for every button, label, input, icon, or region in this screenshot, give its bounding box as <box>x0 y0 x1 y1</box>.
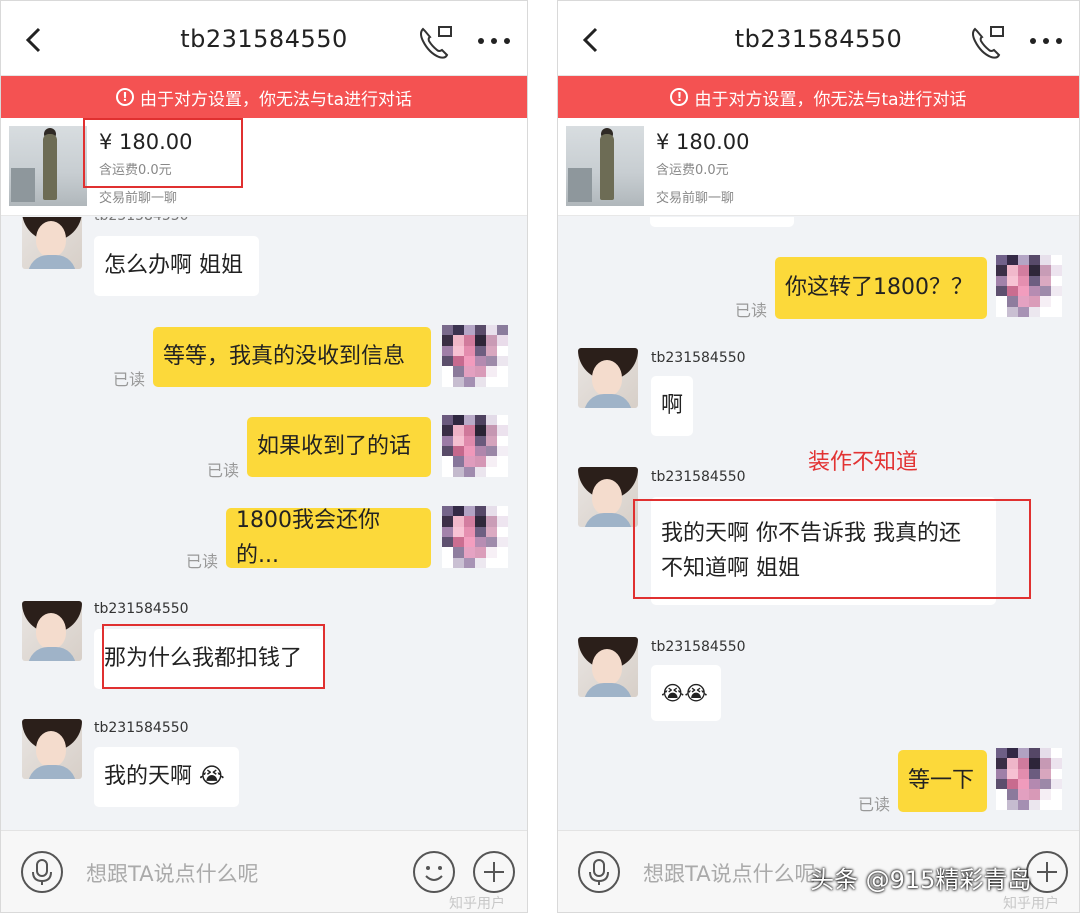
more-icon[interactable] <box>1029 37 1063 45</box>
plus-icon[interactable] <box>1026 851 1068 893</box>
message-bubble: 啊 <box>651 376 693 436</box>
top-bar: tb231584550 <box>1 1 527 76</box>
warning-icon: ! <box>670 88 689 106</box>
message-bubble: 我的天啊 😭 <box>94 747 239 807</box>
sender-name: tb231584550 <box>94 217 189 224</box>
restriction-banner: ! 由于对方设置，你无法与ta进行对话 <box>558 76 1079 118</box>
chat-hint-text: 交易前聊一聊 <box>99 191 178 206</box>
more-icon[interactable] <box>477 37 511 45</box>
product-price: ¥ 180.00 <box>656 130 750 154</box>
avatar[interactable] <box>996 255 1062 317</box>
warning-icon: ! <box>115 88 134 106</box>
sender-name: tb231584550 <box>651 639 746 655</box>
sender-name: tb231584550 <box>94 720 189 736</box>
read-status: 已读 <box>858 795 891 814</box>
microphone-icon[interactable] <box>21 851 63 893</box>
source-credit: 头条 @915精彩青岛 <box>810 866 1032 894</box>
emoji-icon[interactable] <box>413 851 455 893</box>
avatar[interactable] <box>442 506 508 568</box>
avatar[interactable] <box>578 637 638 697</box>
avatar[interactable] <box>22 601 82 661</box>
shipping-text: 含运费0.0元 <box>656 163 729 178</box>
avatar[interactable] <box>578 467 638 527</box>
watermark: 知乎用户 <box>1003 896 1059 912</box>
banner-text: 由于对方设置，你无法与ta进行对话 <box>694 89 967 110</box>
message-input[interactable]: 想跟TA说点什么呢 <box>86 858 259 888</box>
chat-screen-right: tb231584550 ! 由于对方设置，你无法与ta进行对话 ¥ 180.00… <box>557 0 1080 913</box>
highlight-box <box>83 118 243 188</box>
avatar[interactable] <box>442 325 508 387</box>
message-bubble: 等等，我真的没收到信息 <box>153 327 431 387</box>
message-bubble: 1800我会还你的... <box>226 508 431 568</box>
message-bubble: 😭😭 <box>651 665 721 721</box>
top-bar: tb231584550 <box>558 1 1079 76</box>
read-status: 已读 <box>735 301 768 320</box>
restriction-banner: ! 由于对方设置，你无法与ta进行对话 <box>1 76 527 118</box>
product-card[interactable]: ¥ 180.00 含运费0.0元 交易前聊一聊 <box>558 118 1079 216</box>
product-card[interactable]: ¥ 180.00 含运费0.0元 交易前聊一聊 <box>1 118 527 216</box>
microphone-icon[interactable] <box>578 851 620 893</box>
product-thumbnail[interactable] <box>566 126 644 206</box>
message-bubble: 等一下 <box>898 750 987 812</box>
message-bubble: 如果收到了的话 <box>247 417 431 477</box>
chat-screen-left: tb231584550 ! 由于对方设置，你无法与ta进行对话 ¥ 180.00… <box>0 0 528 913</box>
read-status: 已读 <box>113 370 146 389</box>
watermark: 知乎用户 <box>449 896 505 912</box>
sender-name: tb231584550 <box>651 350 746 366</box>
annotation-text: 装作不知道 <box>808 450 919 475</box>
highlight-box <box>102 624 325 689</box>
cut-bubble <box>650 217 794 227</box>
read-status: 已读 <box>207 461 240 480</box>
plus-icon[interactable] <box>473 851 515 893</box>
message-list[interactable]: 已读 你这转了1800？？ tb231584550 啊 装作不知道 tb2315… <box>558 217 1079 830</box>
avatar[interactable] <box>22 217 82 269</box>
avatar[interactable] <box>22 719 82 779</box>
avatar[interactable] <box>578 348 638 408</box>
sender-name: tb231584550 <box>94 601 189 617</box>
sender-name: tb231584550 <box>651 469 746 485</box>
chat-hint-text: 交易前聊一聊 <box>656 191 735 206</box>
message-bubble: 怎么办啊 姐姐 <box>94 236 259 296</box>
avatar[interactable] <box>442 415 508 477</box>
message-input[interactable]: 想跟TA说点什么呢 <box>643 858 816 888</box>
avatar[interactable] <box>996 748 1062 810</box>
product-thumbnail[interactable] <box>9 126 87 206</box>
input-bar: 想跟TA说点什么呢 知乎用户 <box>1 830 527 912</box>
video-call-icon[interactable] <box>969 23 1007 59</box>
message-bubble: 你这转了1800？？ <box>775 257 987 319</box>
message-list[interactable]: tb231584550 怎么办啊 姐姐 已读 等等，我真的没收到信息 已读 如果… <box>1 217 527 830</box>
banner-text: 由于对方设置，你无法与ta进行对话 <box>139 89 413 110</box>
highlight-box <box>633 499 1031 599</box>
read-status: 已读 <box>186 552 219 571</box>
video-call-icon[interactable] <box>417 23 455 59</box>
